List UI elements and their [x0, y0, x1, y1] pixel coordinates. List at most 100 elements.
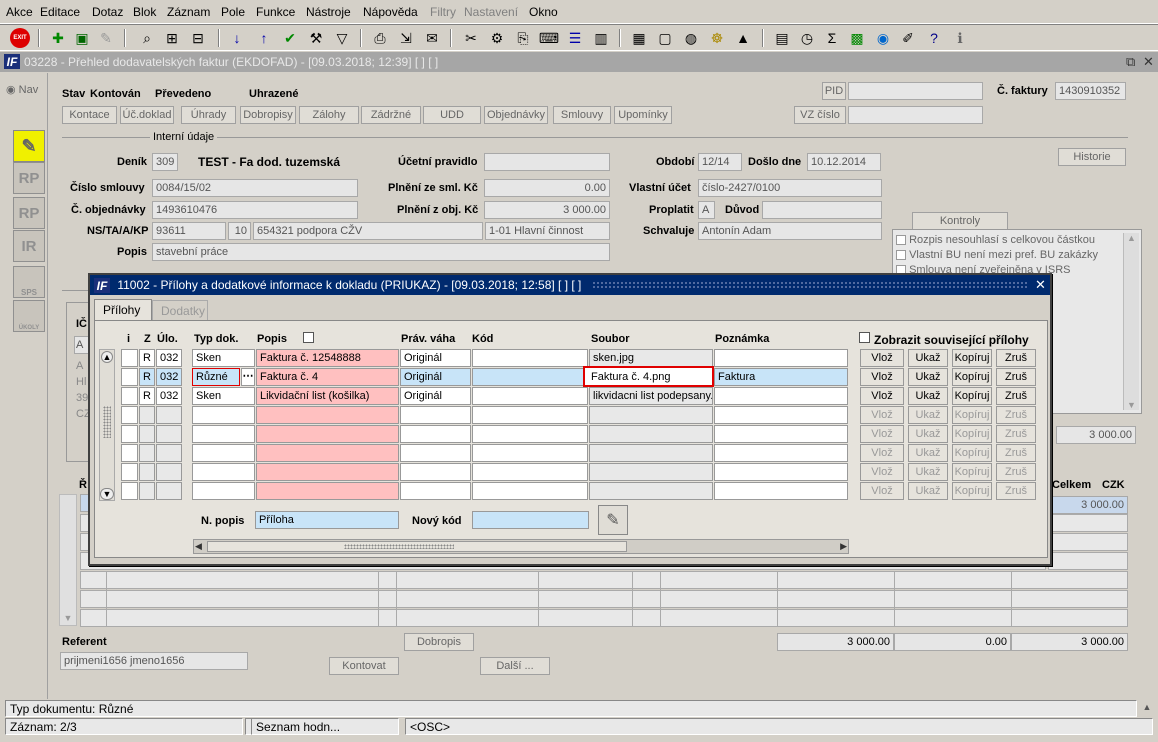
cell-kod[interactable] — [472, 444, 588, 462]
dobropis-button[interactable]: Dobropis — [404, 633, 474, 651]
menu-nastroje[interactable]: Nástroje — [306, 5, 351, 19]
device-icon[interactable]: ⌨ — [539, 28, 559, 48]
kontovat-button[interactable]: Kontovat — [329, 657, 399, 675]
cell-i[interactable] — [121, 406, 138, 424]
cell-poznamka[interactable] — [714, 387, 848, 405]
list-icon[interactable]: ☰ — [565, 28, 585, 48]
pid-field[interactable] — [848, 82, 983, 100]
cell-ulo[interactable] — [156, 444, 182, 462]
kopiruj-button[interactable]: Kopíruj — [952, 425, 992, 443]
kontroly-item[interactable]: Rozpis nesouhlasí s celkovou částkou — [896, 234, 1095, 246]
cell-z[interactable]: R — [139, 368, 155, 386]
cell-z[interactable] — [139, 482, 155, 500]
faktura-field[interactable]: 1430910352 — [1055, 82, 1126, 100]
denik-field[interactable]: 309 — [152, 153, 178, 171]
export-icon[interactable]: ⇲ — [396, 28, 416, 48]
cell-i[interactable] — [121, 425, 138, 443]
cell-ulo[interactable]: 032 — [156, 349, 182, 367]
menu-blok[interactable]: Blok — [133, 5, 156, 19]
cell-popis[interactable] — [256, 425, 399, 443]
grid-row[interactable] — [80, 609, 1128, 627]
cell-prav[interactable]: Originál — [400, 368, 471, 386]
query-cancel-icon[interactable]: ⊟ — [188, 28, 208, 48]
notes-icon[interactable]: ✎ — [13, 130, 45, 162]
doslo-field[interactable]: 10.12.2014 — [807, 153, 881, 171]
cell-poznamka[interactable] — [714, 349, 848, 367]
cell-i[interactable] — [121, 463, 138, 481]
mail-icon[interactable]: ✉ — [422, 28, 442, 48]
menu-zaznam[interactable]: Záznam — [167, 5, 210, 19]
cell-i[interactable] — [121, 349, 138, 367]
ucetni-field[interactable] — [484, 153, 610, 171]
cell-i[interactable] — [121, 444, 138, 462]
save-icon[interactable]: ▣ — [72, 28, 92, 48]
proplatit-field[interactable]: A — [698, 201, 715, 219]
cell-poznamka[interactable] — [714, 425, 848, 443]
cell-z[interactable]: R — [139, 387, 155, 405]
cell-soubor[interactable]: Faktura č. 4.png — [583, 366, 714, 387]
menu-funkce[interactable]: Funkce — [256, 5, 295, 19]
calc-icon[interactable]: ▤ — [772, 28, 792, 48]
cell-i[interactable] — [121, 482, 138, 500]
grid-scrollbar-vertical[interactable]: ▲ ▼ — [99, 349, 115, 501]
mountain-icon[interactable]: ▲ — [733, 28, 753, 48]
cell-soubor[interactable]: sken.jpg — [589, 349, 713, 367]
cell-poznamka[interactable] — [714, 444, 848, 462]
cut-icon[interactable]: ✂ — [461, 28, 481, 48]
menu-akce[interactable]: Akce — [6, 5, 33, 19]
uhrady-button[interactable]: Úhrady — [181, 106, 236, 124]
page-icon[interactable]: ▢ — [655, 28, 675, 48]
ns-field-2[interactable]: 10 — [228, 222, 251, 240]
vloz-button[interactable]: Vlož — [860, 368, 904, 386]
vloz-button[interactable]: Vlož — [860, 444, 904, 462]
zrus-button[interactable]: Zruš — [996, 425, 1036, 443]
check-icon[interactable]: ✔ — [280, 28, 300, 48]
restore-icon[interactable]: ⧉ — [1126, 54, 1135, 70]
zrus-button[interactable]: Zruš — [996, 368, 1036, 386]
cell-popis[interactable] — [256, 463, 399, 481]
cell-soubor[interactable] — [589, 444, 713, 462]
menu-dotaz[interactable]: Dotaz — [92, 5, 123, 19]
cell-kod[interactable] — [472, 463, 588, 481]
cell-typ[interactable] — [192, 482, 255, 500]
kontroly-scrollbar[interactable]: ▲ ▼ — [1123, 233, 1139, 410]
cell-kod[interactable] — [472, 406, 588, 424]
cell-prav[interactable] — [400, 444, 471, 462]
referent-field[interactable]: prijmeni1656 jmeno1656 — [60, 652, 248, 670]
cell-i[interactable] — [121, 368, 138, 386]
objednavky-field[interactable]: 1493610476 — [152, 201, 358, 219]
exit-icon[interactable]: EXIT — [9, 28, 31, 48]
cell-poznamka[interactable] — [714, 482, 848, 500]
rp-button-2[interactable]: RP — [13, 197, 45, 229]
ukaz-button[interactable]: Ukaž — [908, 463, 948, 481]
cell-prav[interactable] — [400, 463, 471, 481]
cell-poznamka[interactable] — [714, 406, 848, 424]
vlastni-field[interactable]: číslo-2427/0100 — [698, 179, 882, 197]
grid-cell[interactable] — [1048, 514, 1128, 532]
cell-ulo[interactable] — [156, 482, 182, 500]
kopiruj-button[interactable]: Kopíruj — [952, 482, 992, 500]
status-scroll-up-icon[interactable]: ▲ — [1140, 700, 1154, 717]
ukaz-button[interactable]: Ukaž — [908, 444, 948, 462]
cell-i[interactable] — [121, 387, 138, 405]
historie-button[interactable]: Historie — [1058, 148, 1126, 166]
zobrazit-checkbox[interactable] — [859, 332, 870, 343]
dobropisy-button[interactable]: Dobropisy — [240, 106, 296, 124]
ns-field-3[interactable]: 654321 podpora CŽV — [253, 222, 483, 240]
zrus-button[interactable]: Zruš — [996, 463, 1036, 481]
menu-napoveda[interactable]: Nápověda — [363, 5, 418, 19]
cell-z[interactable] — [139, 463, 155, 481]
cell-ulo[interactable] — [156, 406, 182, 424]
zrus-button[interactable]: Zruš — [996, 387, 1036, 405]
browser-icon[interactable]: ◉ — [873, 28, 893, 48]
pen-icon[interactable]: ✐ — [898, 28, 918, 48]
nav-radio[interactable]: ◉ Nav — [6, 83, 38, 96]
vloz-button[interactable]: Vlož — [860, 406, 904, 424]
ukaz-button[interactable]: Ukaž — [908, 482, 948, 500]
upominky-button[interactable]: Upomínky — [614, 106, 672, 124]
cell-prav[interactable] — [400, 425, 471, 443]
cell-poznamka[interactable] — [714, 463, 848, 481]
cell-z[interactable] — [139, 444, 155, 462]
cell-ulo[interactable] — [156, 425, 182, 443]
cell-popis[interactable]: Likvidační list (košilka) — [256, 387, 399, 405]
